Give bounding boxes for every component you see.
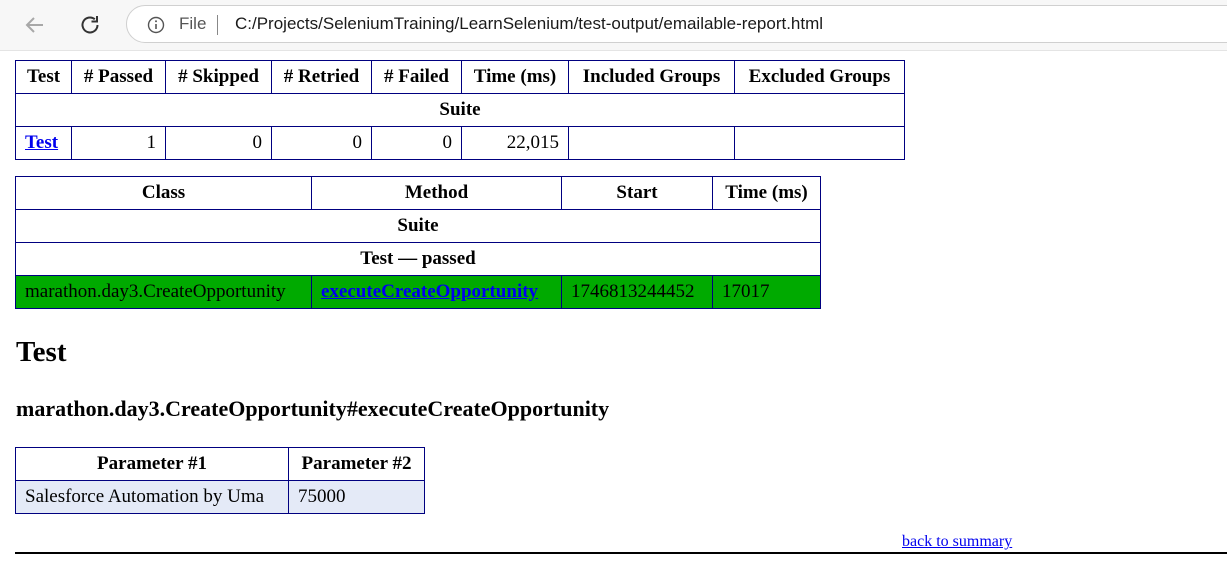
header-time: Time (ms) (461, 60, 569, 94)
suite-label: Suite (15, 93, 905, 127)
header-method: Method (311, 176, 562, 210)
test-cell: Test (15, 126, 72, 160)
parameters-row: Salesforce Automation by Uma 75000 (15, 480, 425, 514)
back-button[interactable] (20, 10, 50, 40)
back-to-summary-link[interactable]: back to summary (902, 533, 1012, 551)
test-status-row: Test — passed (15, 242, 821, 276)
total-time: 22,015 (461, 126, 569, 160)
parameter-1-value: Salesforce Automation by Uma (15, 480, 289, 514)
reload-button[interactable] (75, 10, 105, 40)
header-retried: # Retried (271, 60, 372, 94)
parameters-header-row: Parameter #1 Parameter #2 (15, 447, 425, 481)
failed-count: 0 (371, 126, 462, 160)
horizontal-rule (15, 552, 1227, 554)
header-start: Start (561, 176, 713, 210)
method-cell: executeCreateOpportunity (311, 275, 562, 309)
method-time-cell: 17017 (712, 275, 821, 309)
arrow-left-icon (25, 17, 43, 33)
header-parameter-2: Parameter #2 (288, 447, 425, 481)
summary-table: Test # Passed # Skipped # Retried # Fail… (15, 60, 905, 160)
methods-table: Class Method Start Time (ms) Suite Test … (15, 176, 821, 309)
method-result-row: marathon.day3.CreateOpportunity executeC… (15, 275, 821, 309)
test-status-label: Test — passed (15, 242, 821, 276)
address-bar[interactable]: File C:/Projects/SeleniumTraining/LearnS… (126, 5, 1227, 43)
header-test: Test (15, 60, 72, 94)
header-excluded-groups: Excluded Groups (734, 60, 905, 94)
skipped-count: 0 (165, 126, 272, 160)
excluded-groups-cell (734, 126, 905, 160)
suite-row: Suite (15, 93, 905, 127)
summary-header-row: Test # Passed # Skipped # Retried # Fail… (15, 60, 905, 94)
class-name-cell: marathon.day3.CreateOpportunity (15, 275, 312, 309)
address-divider (217, 15, 218, 35)
methods-suite-label: Suite (15, 209, 821, 243)
test-link[interactable]: Test (25, 132, 58, 153)
summary-data-row: Test 1 0 0 0 22,015 (15, 126, 905, 160)
header-included-groups: Included Groups (568, 60, 735, 94)
header-method-time: Time (ms) (712, 176, 821, 210)
header-class: Class (15, 176, 312, 210)
parameters-table: Parameter #1 Parameter #2 Salesforce Aut… (15, 447, 425, 514)
file-scheme-label: File (179, 14, 207, 33)
header-failed: # Failed (371, 60, 462, 94)
methods-header-row: Class Method Start Time (ms) (15, 176, 821, 210)
methods-suite-row: Suite (15, 209, 821, 243)
header-passed: # Passed (71, 60, 166, 94)
parameter-2-value: 75000 (288, 480, 425, 514)
passed-count: 1 (71, 126, 166, 160)
url-text[interactable]: C:/Projects/SeleniumTraining/LearnSeleni… (235, 14, 823, 34)
included-groups-cell (568, 126, 735, 160)
content-border (0, 50, 1227, 51)
test-heading: Test (16, 336, 67, 368)
reload-icon (81, 16, 99, 34)
start-time-cell: 1746813244452 (561, 275, 713, 309)
header-parameter-1: Parameter #1 (15, 447, 289, 481)
header-skipped: # Skipped (165, 60, 272, 94)
method-heading: marathon.day3.CreateOpportunity#executeC… (16, 396, 610, 421)
method-link[interactable]: executeCreateOpportunity (321, 281, 538, 302)
browser-toolbar: File C:/Projects/SeleniumTraining/LearnS… (0, 0, 1227, 50)
retried-count: 0 (271, 126, 372, 160)
info-icon[interactable] (147, 16, 165, 34)
